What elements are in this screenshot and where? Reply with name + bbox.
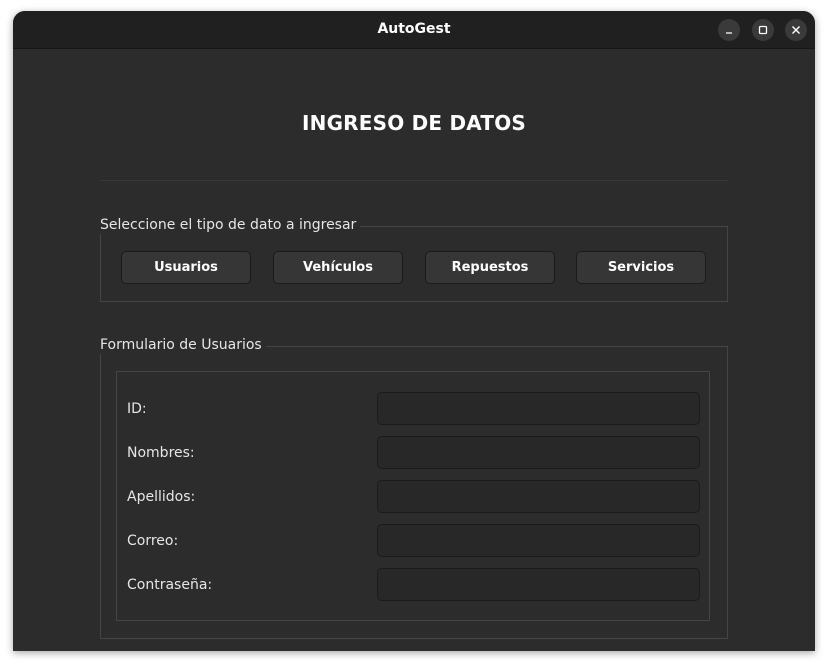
apellidos-label: Apellidos: xyxy=(127,489,196,505)
vehiculos-button[interactable]: Vehículos xyxy=(273,251,403,284)
repuestos-button[interactable]: Repuestos xyxy=(425,251,555,284)
id-label: ID: xyxy=(127,401,147,417)
maximize-button[interactable] xyxy=(752,19,774,41)
contrasena-label: Contraseña: xyxy=(127,577,213,593)
type-selector-label: Seleccione el tipo de dato a ingresar xyxy=(100,216,361,234)
apellidos-field[interactable] xyxy=(377,480,700,513)
close-button[interactable] xyxy=(785,19,807,41)
window-title: AutoGest xyxy=(377,21,451,37)
close-icon xyxy=(791,25,801,35)
nombres-label: Nombres: xyxy=(127,445,195,461)
title-bar[interactable]: AutoGest xyxy=(13,11,815,49)
usuarios-button[interactable]: Usuarios xyxy=(121,251,251,284)
correo-label: Correo: xyxy=(127,533,179,549)
separator xyxy=(100,180,728,181)
maximize-icon xyxy=(758,25,768,35)
minimize-icon xyxy=(724,25,734,35)
user-form-title: Formulario de Usuarios xyxy=(100,336,266,354)
nombres-field[interactable] xyxy=(377,436,700,469)
contrasena-field[interactable] xyxy=(377,568,700,601)
page-title: INGRESO DE DATOS xyxy=(301,111,527,135)
servicios-button[interactable]: Servicios xyxy=(576,251,706,284)
correo-field[interactable] xyxy=(377,524,700,557)
app-window: AutoGest INGRESO DE DATOS Seleccione el … xyxy=(13,11,815,651)
minimize-button[interactable] xyxy=(718,19,740,41)
id-field[interactable] xyxy=(377,392,700,425)
